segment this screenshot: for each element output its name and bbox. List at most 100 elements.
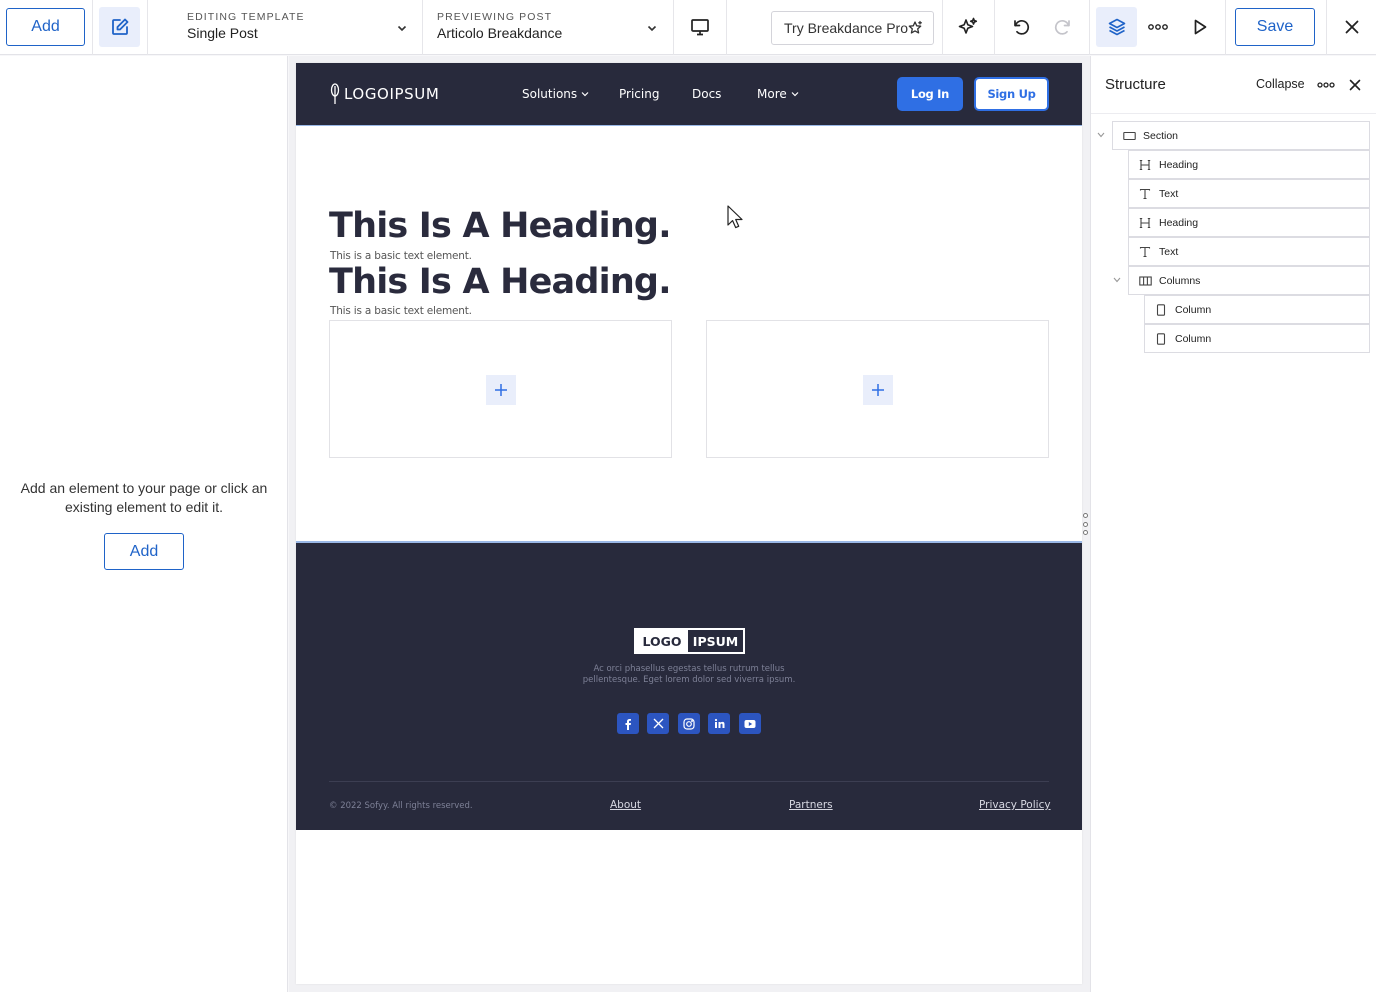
plus-icon	[872, 384, 884, 396]
tree-item-text[interactable]: Text	[1128, 237, 1370, 266]
tree-item-text[interactable]: Text	[1128, 179, 1370, 208]
text-icon	[1138, 245, 1152, 259]
desktop-view-button[interactable]	[680, 8, 720, 46]
site-logo[interactable]: LOGOIPSUM	[330, 83, 439, 105]
heading-icon	[1138, 216, 1152, 230]
editing-template-selector[interactable]: EDITING TEMPLATE Single Post	[172, 0, 422, 55]
facebook-icon[interactable]	[617, 713, 639, 734]
close-editor-button[interactable]	[1333, 8, 1371, 46]
youtube-icon[interactable]	[739, 713, 761, 734]
chevron-down-icon	[581, 92, 589, 97]
nav-docs[interactable]: Docs	[692, 87, 721, 101]
structure-panel-title: Structure	[1105, 76, 1166, 93]
site-footer[interactable]: LOGO IPSUM Ac orci phasellus egestas tel…	[296, 541, 1082, 830]
add-element-button[interactable]: Add	[6, 8, 85, 46]
columns-icon	[1138, 274, 1152, 288]
undo-icon	[1014, 20, 1030, 35]
save-button[interactable]: Save	[1235, 8, 1315, 46]
page-text-2[interactable]: This is a basic text element.	[330, 305, 472, 317]
structure-toggle-button[interactable]	[1096, 7, 1137, 47]
tree-item-label: Columns	[1159, 274, 1201, 287]
structure-more-button[interactable]	[1315, 76, 1337, 94]
linkedin-icon[interactable]	[708, 713, 730, 734]
tree-item-heading[interactable]: Heading	[1128, 208, 1370, 237]
tree-item-heading[interactable]: Heading	[1128, 150, 1370, 179]
previewing-post-caption: PREVIEWING POST	[437, 11, 553, 23]
nav-label: Docs	[692, 87, 722, 101]
chevron-down-icon	[647, 25, 657, 32]
top-toolbar: Add EDITING TEMPLATE Single Post PREVIEW…	[0, 0, 1376, 55]
tree-item-section[interactable]: Section	[1112, 121, 1370, 150]
close-icon	[1349, 79, 1361, 91]
toolbar-divider	[942, 0, 943, 55]
heading-icon	[1138, 158, 1152, 172]
footer-logo-part-2: IPSUM	[692, 633, 739, 649]
add-to-column-button[interactable]	[863, 375, 893, 405]
text-icon	[1138, 187, 1152, 201]
toolbar-divider	[92, 0, 93, 55]
mouse-cursor-icon	[727, 205, 743, 229]
page-heading-1[interactable]: This Is A Heading.	[329, 206, 671, 246]
nav-label: Pricing	[619, 87, 660, 101]
column-2[interactable]	[706, 320, 1049, 458]
site-logo-text: LOGOIPSUM	[344, 85, 440, 103]
footer-link-partners[interactable]: Partners	[789, 799, 833, 811]
tree-item-columns[interactable]: Columns	[1128, 266, 1370, 295]
handle-dot	[1082, 521, 1088, 527]
chevron-down-icon	[397, 25, 407, 32]
panel-add-button[interactable]: Add	[104, 533, 184, 570]
close-structure-button[interactable]	[1345, 76, 1365, 94]
toolbar-divider	[1225, 0, 1226, 55]
footer-divider	[329, 781, 1049, 782]
page-heading-2[interactable]: This Is A Heading.	[329, 262, 671, 302]
x-icon[interactable]	[647, 713, 669, 734]
undo-button[interactable]	[1001, 8, 1041, 46]
page-canvas[interactable]: LOGOIPSUM Solutions Pricing Docs More Lo…	[296, 63, 1082, 984]
try-pro-button[interactable]: Try Breakdance Pro	[771, 11, 934, 45]
add-to-column-button[interactable]	[486, 375, 516, 405]
footer-logo-part-1: LOGO	[636, 630, 688, 652]
edit-button[interactable]	[99, 7, 140, 47]
toolbar-divider	[673, 0, 674, 55]
toolbar-divider	[1089, 0, 1090, 55]
collapse-button[interactable]: Collapse	[1256, 77, 1305, 91]
tree-item-column[interactable]: Column	[1144, 295, 1370, 324]
site-header[interactable]: LOGOIPSUM Solutions Pricing Docs More Lo…	[296, 63, 1082, 125]
tree-item-column[interactable]: Column	[1144, 324, 1370, 353]
tree-item-label: Heading	[1159, 216, 1199, 229]
canvas-resize-handle[interactable]	[1081, 513, 1089, 535]
ai-assistant-button[interactable]	[948, 8, 988, 46]
column-1[interactable]	[329, 320, 672, 458]
sparkles-icon	[958, 17, 978, 34]
structure-panel: Structure Collapse Section Heading Text …	[1090, 56, 1376, 992]
footer-link-about[interactable]: About	[610, 799, 641, 811]
chevron-down-icon	[791, 92, 799, 97]
footer-link-privacy[interactable]: Privacy Policy	[979, 799, 1051, 811]
nav-more[interactable]: More	[757, 87, 799, 101]
preview-button[interactable]	[1181, 8, 1219, 46]
instagram-icon[interactable]	[678, 713, 700, 734]
nav-label: Solutions	[522, 87, 578, 101]
nav-pricing[interactable]: Pricing	[619, 87, 659, 101]
footer-description: Ac orci phasellus egestas tellus rutrum …	[582, 664, 796, 685]
previewing-post-value: Articolo Breakdance	[437, 25, 563, 41]
empty-panel-message: Add an element to your page or click an …	[20, 480, 268, 515]
layers-icon	[1108, 18, 1125, 36]
redo-button[interactable]	[1043, 8, 1083, 46]
login-button[interactable]: Log In	[897, 77, 963, 111]
tree-item-label: Text	[1159, 187, 1179, 200]
play-icon	[1194, 19, 1207, 35]
previewing-post-selector[interactable]: PREVIEWING POST Articolo Breakdance	[422, 0, 673, 55]
sparkle-star-icon	[908, 20, 922, 34]
edit-icon	[111, 18, 128, 35]
expand-caret-icon[interactable]	[1096, 130, 1106, 140]
signup-button[interactable]: Sign Up	[974, 77, 1049, 111]
expand-caret-icon[interactable]	[1112, 275, 1122, 285]
nav-solutions[interactable]: Solutions	[522, 87, 589, 101]
tree-item-label: Column	[1175, 332, 1212, 345]
more-horizontal-icon	[1317, 82, 1335, 88]
page-text-1[interactable]: This is a basic text element.	[330, 250, 472, 262]
more-options-button[interactable]	[1139, 8, 1177, 46]
toolbar-divider	[726, 0, 727, 55]
footer-logo[interactable]: LOGO IPSUM	[634, 628, 745, 654]
